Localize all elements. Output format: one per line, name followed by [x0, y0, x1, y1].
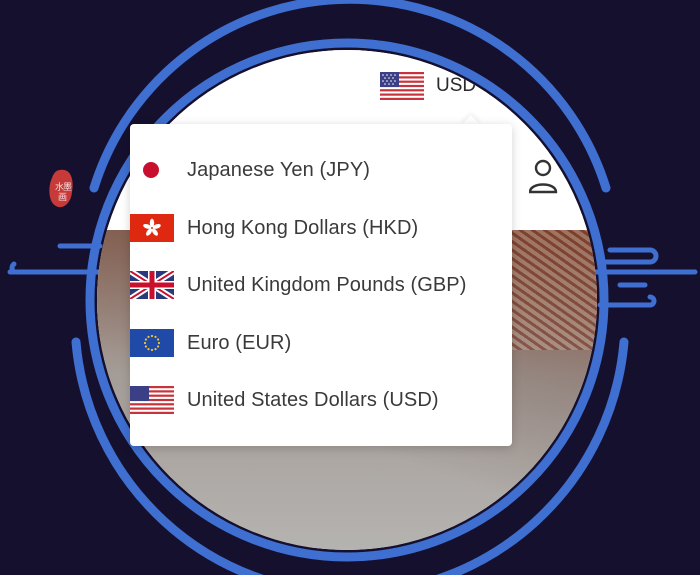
us-flag-icon — [380, 72, 424, 100]
currency-option-label: Hong Kong Dollars (HKD) — [187, 216, 419, 239]
currency-option-label: Euro (EUR) — [187, 331, 292, 354]
uk-flag-icon — [130, 271, 174, 299]
currency-selector[interactable]: USD — [380, 72, 476, 100]
red-seal-icon: 水 墨 画 — [49, 169, 73, 208]
currency-option-gbp[interactable]: United Kingdom Pounds (GBP) — [130, 257, 512, 313]
svg-text:墨: 墨 — [63, 182, 72, 193]
currency-option-label: Japanese Yen (JPY) — [187, 158, 371, 181]
svg-text:画: 画 — [58, 192, 67, 203]
hong-kong-flag-icon — [130, 214, 174, 242]
currency-option-label: United Kingdom Pounds (GBP) — [187, 273, 467, 296]
currency-option-hkd[interactable]: Hong Kong Dollars (HKD) — [130, 200, 512, 256]
japan-flag-icon — [130, 156, 174, 184]
currency-option-eur[interactable]: Euro (EUR) — [130, 315, 512, 371]
selected-currency-code: USD — [436, 75, 477, 96]
us-flag-icon — [130, 386, 174, 414]
promo-frame: 水 墨 画 USD Japanese Yen (JPY) Hong Kong D… — [0, 0, 700, 575]
currency-option-usd[interactable]: United States Dollars (USD) — [130, 372, 512, 428]
currency-option-label: United States Dollars (USD) — [187, 388, 439, 411]
currency-option-jpy[interactable]: Japanese Yen (JPY) — [130, 142, 512, 198]
eu-flag-icon — [130, 329, 174, 357]
account-icon[interactable] — [528, 158, 569, 202]
currency-dropdown-menu: Japanese Yen (JPY) Hong Kong Dollars (HK… — [130, 124, 512, 446]
